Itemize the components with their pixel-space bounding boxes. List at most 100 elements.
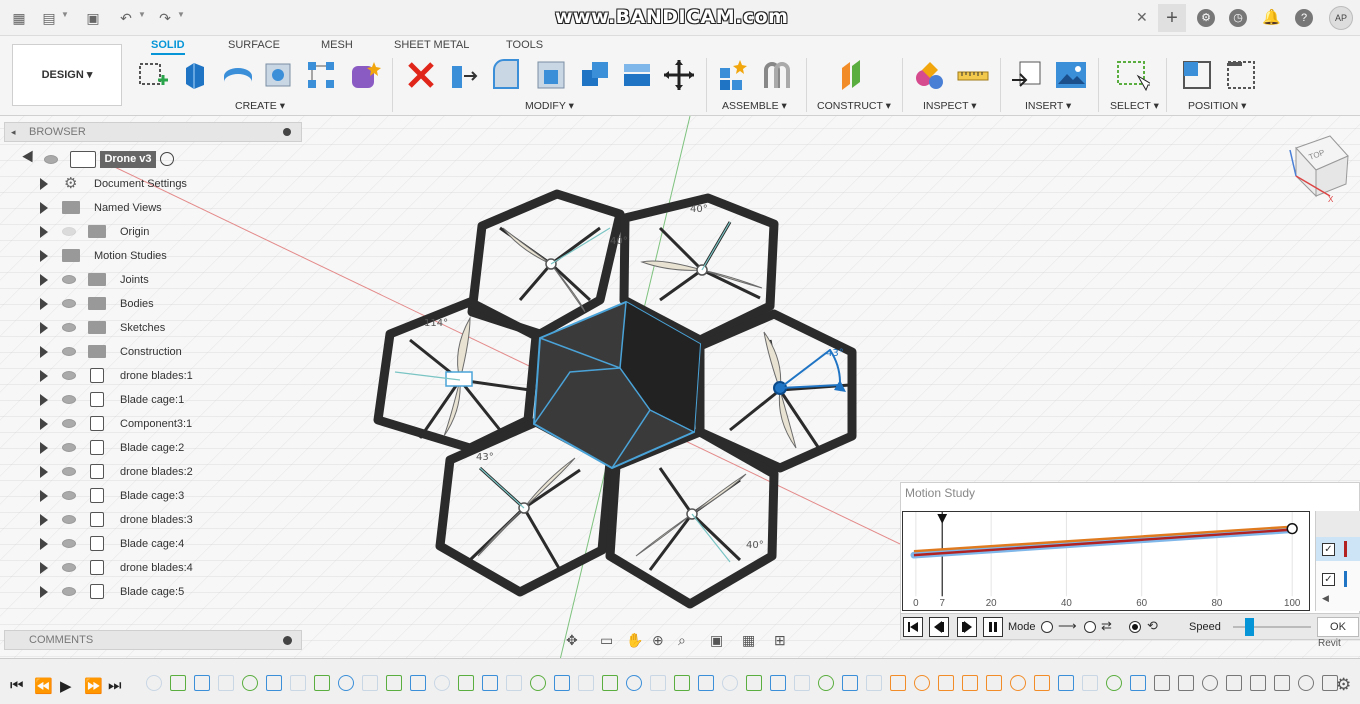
tree-row[interactable]: Blade cage:3	[4, 484, 294, 508]
expand-triangle-icon[interactable]	[40, 562, 48, 574]
timeline-feature-icon[interactable]	[1082, 675, 1098, 691]
tree-row[interactable]: Construction	[4, 340, 294, 364]
timeline-feature-icon[interactable]	[1274, 675, 1290, 691]
tree-row-root[interactable]: Drone v3	[4, 148, 294, 172]
timeline-feature-icon[interactable]	[746, 675, 762, 691]
visibility-eye-icon[interactable]	[62, 227, 76, 236]
tab-surface[interactable]: SURFACE	[228, 39, 280, 51]
visibility-eye-icon[interactable]	[62, 491, 76, 500]
visibility-eye-icon[interactable]	[62, 467, 76, 476]
rectangular-pattern-icon[interactable]	[304, 58, 338, 92]
motion-graph[interactable]: 0 7 20 40 60 80 100	[902, 511, 1310, 611]
timeline-feature-icon[interactable]	[1202, 675, 1218, 691]
timeline-feature-icon[interactable]	[290, 675, 306, 691]
timeline-feature-icon[interactable]	[506, 675, 522, 691]
timeline-feature-icon[interactable]	[962, 675, 978, 691]
visibility-eye-icon[interactable]	[62, 419, 76, 428]
offset-face-icon[interactable]	[620, 58, 654, 92]
canvas-icon[interactable]	[1054, 58, 1088, 92]
revolve-icon[interactable]	[220, 58, 254, 92]
timeline-feature-icon[interactable]	[1106, 675, 1122, 691]
expand-triangle-icon[interactable]	[40, 394, 48, 406]
tab-tools[interactable]: TOOLS	[506, 39, 543, 51]
visibility-eye-icon[interactable]	[62, 371, 76, 380]
timeline-feature-icon[interactable]	[1010, 675, 1026, 691]
timeline-settings-icon[interactable]: ⚙	[1336, 675, 1351, 695]
visibility-eye-icon[interactable]	[62, 587, 76, 596]
timeline-feature-icon[interactable]	[1130, 675, 1146, 691]
timeline-feature-icon[interactable]	[986, 675, 1002, 691]
expand-triangle-icon[interactable]	[40, 442, 48, 454]
assemble-menu[interactable]: ASSEMBLE ▾	[722, 100, 787, 112]
file-icon[interactable]: ▤	[40, 9, 58, 27]
extensions-icon[interactable]: ⚙	[1197, 9, 1215, 27]
timeline-feature-icon[interactable]	[1034, 675, 1050, 691]
expand-triangle-icon[interactable]	[40, 202, 48, 214]
timeline-feature-icon[interactable]	[674, 675, 690, 691]
combine-icon[interactable]	[578, 58, 612, 92]
timeline-feature-icon[interactable]	[794, 675, 810, 691]
display-settings-icon[interactable]: ▣	[710, 632, 723, 649]
expand-triangle-icon[interactable]	[22, 150, 38, 166]
tree-row[interactable]: Blade cage:4	[4, 532, 294, 556]
timeline-feature-icon[interactable]	[866, 675, 882, 691]
timeline-feature-icon[interactable]	[482, 675, 498, 691]
delete-icon[interactable]	[404, 58, 438, 92]
play-reverse-button[interactable]	[929, 617, 949, 637]
activate-radio-icon[interactable]	[160, 152, 174, 166]
timeline-feature-icon[interactable]	[890, 675, 906, 691]
timeline-feature-icon[interactable]	[242, 675, 258, 691]
timeline-feature-icon[interactable]	[314, 675, 330, 691]
timeline-start-icon[interactable]: ⏮	[10, 677, 24, 694]
timeline-feature-icon[interactable]	[914, 675, 930, 691]
undo-icon[interactable]: ↶	[117, 9, 135, 27]
expand-triangle-icon[interactable]	[40, 226, 48, 238]
timeline-feature-icon[interactable]	[1298, 675, 1314, 691]
appearance-icon[interactable]	[912, 58, 946, 92]
timeline-feature-icon[interactable]	[1058, 675, 1074, 691]
new-component-icon[interactable]	[716, 58, 750, 92]
tree-row[interactable]: Blade cage:2	[4, 436, 294, 460]
collapse-arrow-icon[interactable]: ◂	[11, 123, 16, 141]
timeline-end-icon[interactable]: ⏭	[108, 677, 122, 694]
timeline-feature-icon[interactable]	[170, 675, 186, 691]
visibility-eye-icon[interactable]	[62, 275, 76, 284]
playhead-marker[interactable]	[937, 513, 948, 524]
fit-icon[interactable]: ⌕	[678, 632, 686, 649]
timeline-feature-icon[interactable]	[602, 675, 618, 691]
joint-icon[interactable]	[760, 58, 794, 92]
orbit-icon[interactable]: ✥	[566, 632, 578, 649]
viewports-icon[interactable]: ⊞	[774, 632, 786, 649]
scroll-left-icon[interactable]: ◀	[1322, 593, 1329, 604]
hole-icon[interactable]	[262, 58, 296, 92]
construct-menu[interactable]: CONSTRUCT ▾	[817, 100, 891, 112]
tree-row[interactable]: Component3:1	[4, 412, 294, 436]
joint-checkbox[interactable]: ✓	[1322, 543, 1335, 556]
expand-triangle-icon[interactable]	[40, 538, 48, 550]
browser-header[interactable]: ◂ BROWSER	[4, 122, 302, 142]
tree-row[interactable]: Motion Studies	[4, 244, 294, 268]
fillet-icon[interactable]	[490, 58, 524, 92]
timeline-feature-icon[interactable]	[218, 675, 234, 691]
timeline-feature-icon[interactable]	[650, 675, 666, 691]
help-icon[interactable]: ?	[1295, 9, 1313, 27]
select-window-icon[interactable]	[1116, 58, 1150, 92]
close-tab-icon[interactable]: ✕	[1136, 9, 1148, 26]
ok-button[interactable]: OK	[1317, 617, 1359, 637]
tab-sheet-metal[interactable]: SHEET METAL	[394, 39, 469, 51]
tree-row[interactable]: drone blades:3	[4, 508, 294, 532]
expand-triangle-icon[interactable]	[40, 178, 48, 190]
timeline-step-forward-icon[interactable]: ⏩	[84, 677, 103, 695]
timeline-feature-icon[interactable]	[770, 675, 786, 691]
chevron-down-icon[interactable]: ▼	[138, 10, 146, 19]
tab-mesh[interactable]: MESH	[321, 39, 353, 51]
shell-icon[interactable]	[534, 58, 568, 92]
timeline-step-back-icon[interactable]: ⏪	[34, 677, 53, 695]
keyframe-point[interactable]	[1286, 523, 1298, 535]
comments-panel[interactable]: COMMENTS	[4, 630, 302, 650]
expand-triangle-icon[interactable]	[40, 466, 48, 478]
visibility-eye-icon[interactable]	[62, 323, 76, 332]
tree-row[interactable]: Sketches	[4, 316, 294, 340]
capture-position-icon[interactable]	[1180, 58, 1214, 92]
select-menu[interactable]: SELECT ▾	[1110, 100, 1159, 112]
